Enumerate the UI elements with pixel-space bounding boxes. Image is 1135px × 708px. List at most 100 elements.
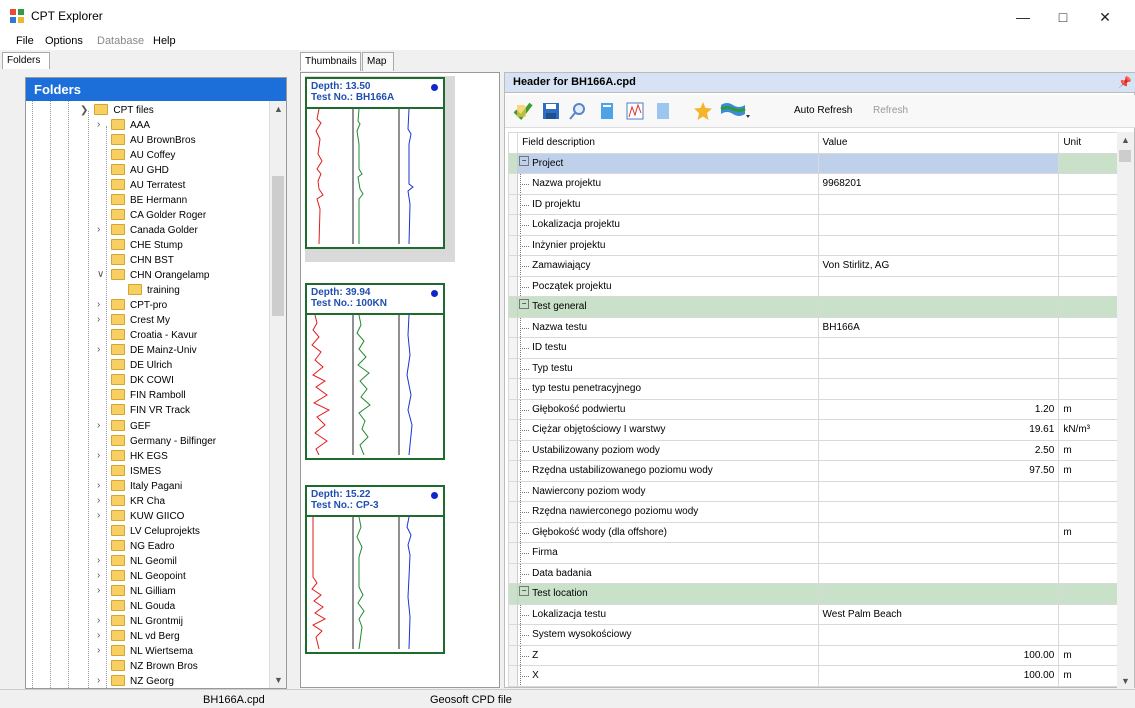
menu-help[interactable]: Help (153, 35, 176, 47)
tree-item[interactable]: CHN BST (111, 253, 174, 268)
tree-item[interactable]: NZ Brown Bros (111, 660, 198, 674)
field-value[interactable]: BH166A (817, 316, 1060, 338)
field-value[interactable] (817, 193, 1060, 215)
table-row[interactable]: Typ testu (508, 357, 1118, 379)
table-row[interactable]: Data badania (508, 562, 1118, 584)
column-header-field[interactable]: Field description (517, 132, 819, 154)
tree-item[interactable]: FIN VR Track (111, 404, 190, 418)
table-row[interactable]: Zamawiający Von Stirlitz, AG (508, 255, 1118, 277)
table-row[interactable]: System wysokościowy (508, 624, 1118, 646)
expand-icon[interactable]: › (97, 585, 100, 596)
field-value[interactable]: 2.50 (817, 439, 1060, 461)
field-value[interactable] (817, 337, 1060, 359)
star-icon[interactable] (693, 101, 713, 121)
field-value[interactable] (817, 275, 1060, 297)
expand-icon[interactable]: › (97, 224, 100, 235)
field-value[interactable]: Von Stirlitz, AG (817, 255, 1060, 277)
table-row[interactable]: Z 100.00 m (508, 644, 1118, 666)
thumbnail-card[interactable]: Depth: 39.94 Test No.: 100KN (305, 283, 445, 460)
search-icon[interactable] (568, 101, 588, 121)
tree-item[interactable]: FIN Ramboll (111, 389, 186, 403)
field-value[interactable] (817, 542, 1060, 564)
section-row[interactable]: Project (508, 152, 1118, 174)
expand-icon[interactable]: › (97, 615, 100, 626)
tree-item[interactable]: ISMES (111, 464, 161, 479)
tree-item[interactable]: KR Cha (111, 494, 165, 509)
field-value[interactable] (817, 357, 1060, 379)
tree-item[interactable]: AU BrownBros (111, 133, 196, 148)
section-row[interactable]: Test location (508, 583, 1118, 605)
flag-dropdown-icon[interactable] (719, 101, 751, 121)
tree-item[interactable]: CHE Stump (111, 238, 183, 253)
table-row[interactable]: Ustabilizowany poziom wody 2.50 m (508, 439, 1118, 461)
tree-item[interactable]: Germany - Bilfinger (111, 434, 216, 449)
tree-item[interactable]: NL Wiertsema (111, 645, 193, 659)
scroll-thumb[interactable] (1119, 150, 1131, 162)
document-icon[interactable] (653, 101, 673, 121)
table-row[interactable]: ID testu (508, 337, 1118, 359)
scroll-down-icon[interactable]: ▼ (270, 672, 287, 688)
field-value[interactable]: 1.20 (817, 398, 1060, 420)
table-row[interactable]: typ testu penetracyjnego (508, 378, 1118, 400)
field-value[interactable] (817, 501, 1060, 523)
table-row[interactable]: X 100.00 m (508, 665, 1118, 687)
expand-icon[interactable]: › (97, 570, 100, 581)
tree-item[interactable]: HK EGS (111, 449, 168, 464)
copy-icon[interactable] (597, 101, 617, 121)
expand-icon[interactable]: › (97, 450, 100, 461)
tree-item[interactable]: CPT-pro (111, 299, 167, 313)
column-header-unit[interactable]: Unit (1058, 132, 1118, 154)
tree-item[interactable]: DE Ulrich (111, 359, 172, 373)
tree-item[interactable]: CHN Orangelamp (111, 269, 209, 283)
table-row[interactable]: Lokalizacja testu West Palm Beach (508, 603, 1118, 625)
table-row[interactable]: Głębokość wody (dla offshore) m (508, 521, 1118, 543)
tab-map[interactable]: Map (362, 52, 394, 71)
expand-icon[interactable]: › (97, 314, 100, 325)
section-row[interactable]: Test general (508, 296, 1118, 318)
field-value[interactable] (817, 378, 1060, 400)
table-row[interactable]: Firma (508, 542, 1118, 564)
refresh-button[interactable]: Refresh (873, 105, 908, 116)
field-value[interactable]: 97.50 (817, 460, 1060, 482)
table-row[interactable]: Nazwa projektu 9968201 (508, 173, 1118, 195)
folders-scrollbar[interactable]: ▲ ▼ (269, 101, 286, 688)
table-row[interactable]: Głębokość podwiertu 1.20 m (508, 398, 1118, 420)
table-row[interactable]: Inżynier projektu (508, 234, 1118, 256)
collapse-icon[interactable]: ∨ (97, 269, 104, 280)
expand-icon[interactable]: › (97, 119, 100, 130)
tab-thumbnails[interactable]: Thumbnails (300, 52, 361, 71)
expand-icon[interactable]: › (97, 299, 100, 310)
pin-icon[interactable]: 📌 (1118, 76, 1132, 89)
scroll-up-icon[interactable]: ▲ (270, 101, 287, 117)
field-value[interactable] (817, 234, 1060, 256)
table-row[interactable]: Początek projektu (508, 275, 1118, 297)
grid-scrollbar[interactable]: ▲ ▼ (1117, 132, 1134, 689)
field-value[interactable] (817, 480, 1060, 502)
auto-refresh-button[interactable]: Auto Refresh (794, 105, 852, 116)
table-row[interactable]: Lokalizacja projektu (508, 214, 1118, 236)
table-row[interactable]: Ciężar objętościowy I warstwy 19.61 kN/m³ (508, 419, 1118, 441)
expand-icon[interactable]: › (97, 555, 100, 566)
scroll-up-icon[interactable]: ▲ (1117, 132, 1134, 148)
tree-item[interactable]: DE Mainz-Univ (111, 344, 197, 358)
minimize-icon[interactable]: — (1008, 6, 1038, 28)
expand-icon[interactable]: › (97, 675, 100, 686)
menu-file[interactable]: File (16, 35, 34, 47)
scroll-down-icon[interactable]: ▼ (1117, 673, 1134, 689)
thumbnail-card[interactable]: Depth: 13.50 Test No.: BH166A (305, 77, 445, 249)
expand-icon[interactable]: › (97, 630, 100, 641)
table-row[interactable]: ID projektu (508, 193, 1118, 215)
expand-icon[interactable]: › (97, 510, 100, 521)
scroll-thumb[interactable] (272, 176, 284, 316)
field-value[interactable]: West Palm Beach (817, 603, 1060, 625)
field-value[interactable]: 19.61 (817, 419, 1060, 441)
field-value[interactable]: 9968201 (817, 173, 1060, 195)
table-row[interactable]: Nawiercony poziom wody (508, 480, 1118, 502)
table-row[interactable]: Nazwa testu BH166A (508, 316, 1118, 338)
tree-item[interactable]: Canada Golder (111, 223, 198, 238)
chart-icon[interactable] (625, 101, 645, 121)
maximize-icon[interactable]: □ (1048, 6, 1078, 28)
field-value[interactable] (817, 521, 1060, 543)
save-icon[interactable] (541, 101, 561, 121)
tree-item[interactable]: KUW GIICO (111, 509, 184, 524)
